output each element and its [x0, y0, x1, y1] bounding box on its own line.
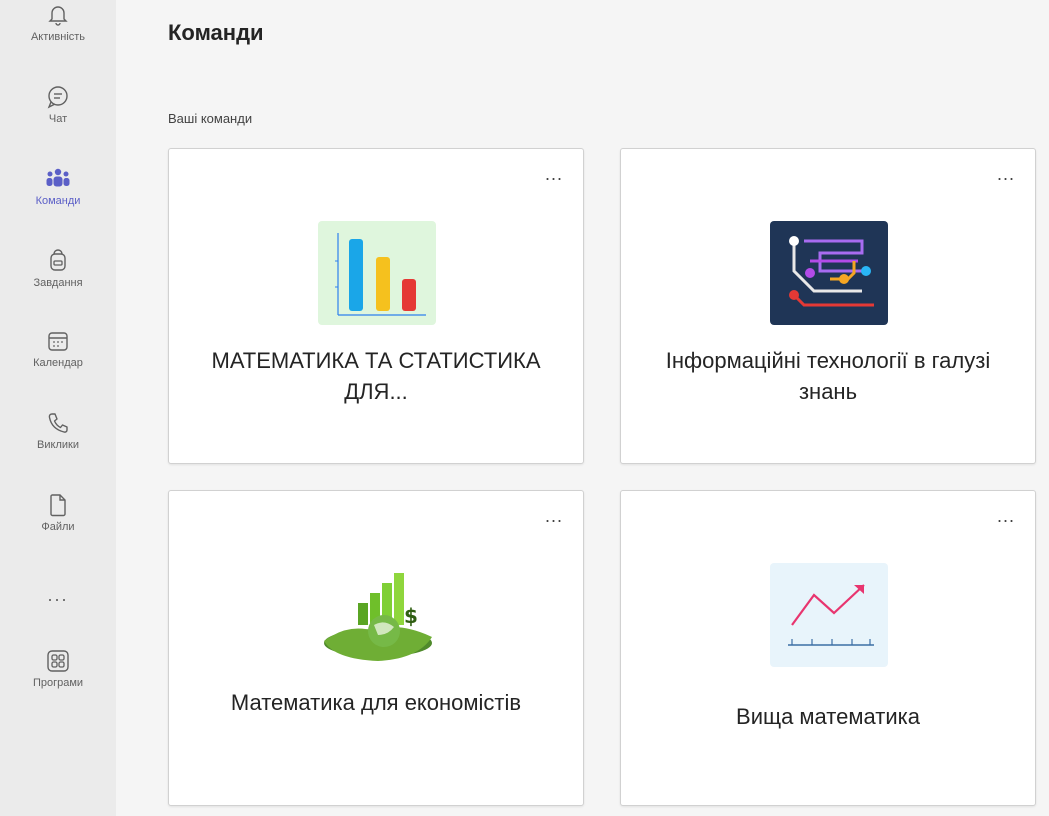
- rail-item-calendar[interactable]: Календар: [0, 328, 116, 398]
- more-options-button[interactable]: ...: [997, 507, 1015, 525]
- rail-item-label: Календар: [33, 357, 83, 369]
- team-card[interactable]: ... Інформаційні технології в галузі зна…: [620, 148, 1036, 464]
- chat-icon: [47, 86, 68, 109]
- phone-icon: [48, 413, 68, 433]
- rail-item-label: Завдання: [33, 277, 83, 289]
- rail-item-label: Файли: [41, 521, 75, 533]
- globe-money-icon: $: [318, 563, 436, 667]
- rail-item-label: Чат: [48, 113, 68, 125]
- rail-item-more[interactable]: ...: [0, 582, 116, 652]
- apps-icon: [47, 650, 69, 672]
- rail-item-apps[interactable]: Програми: [0, 648, 116, 718]
- section-label: Ваші команди: [168, 111, 253, 126]
- rail-item-label: Активність: [30, 31, 86, 43]
- team-name: Вища математика: [736, 704, 920, 729]
- file-icon: [50, 494, 66, 517]
- calendar-icon: [48, 332, 68, 351]
- rail-item-assignments[interactable]: Завдання: [0, 248, 116, 318]
- more-options-button[interactable]: ...: [997, 165, 1015, 183]
- teams-main: Команди Ваші команди ... МАТЕМАТИКА ТА С…: [116, 0, 1049, 816]
- team-name: Математика для економістів: [230, 690, 522, 715]
- rail-item-files[interactable]: Файли: [0, 492, 116, 562]
- more-options-button[interactable]: ...: [545, 165, 563, 183]
- more-options-button[interactable]: ...: [545, 507, 563, 525]
- rail-item-label: Виклики: [37, 439, 79, 451]
- team-name: Інформаційні технології в галузі знань: [665, 348, 991, 404]
- rail-item-activity[interactable]: Активність: [0, 0, 116, 70]
- backpack-icon: [50, 249, 66, 271]
- bar-chart-icon: [318, 221, 436, 325]
- circuit-icon: [770, 221, 888, 325]
- team-name: МАТЕМАТИКА ТА СТАТИСТИКА ДЛЯ...: [211, 348, 541, 404]
- teams-icon: [46, 168, 70, 187]
- trend-line-icon: [770, 563, 888, 667]
- rail-item-calls[interactable]: Виклики: [0, 410, 116, 480]
- team-card[interactable]: ... Вища математика: [620, 490, 1036, 806]
- team-card[interactable]: ... МАТЕМАТИКА ТА СТАТИСТИКА ДЛЯ...: [168, 148, 584, 464]
- bell-icon: [48, 6, 68, 26]
- page-title: Команди: [168, 20, 264, 45]
- rail-item-chat[interactable]: Чат: [0, 84, 116, 154]
- app-rail: Активність Чат Команди Завдання Календар…: [0, 0, 116, 816]
- rail-item-label: Програми: [32, 677, 84, 689]
- rail-item-label: Команди: [35, 195, 81, 207]
- team-card[interactable]: ... $ Математика для економістів: [168, 490, 584, 806]
- more-icon: ...: [47, 585, 69, 605]
- svg-text:$: $: [404, 604, 418, 628]
- rail-item-teams[interactable]: Команди: [0, 166, 116, 236]
